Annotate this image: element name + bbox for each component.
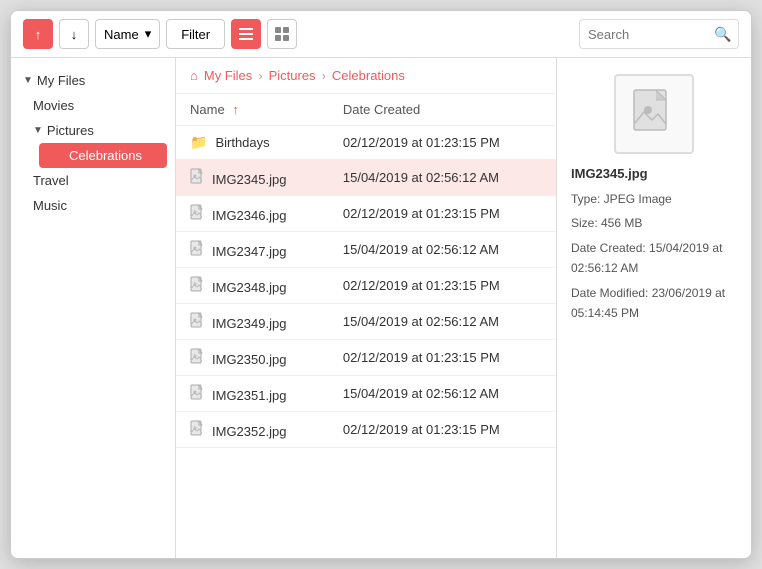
sidebar-item-label: Celebrations xyxy=(69,148,142,163)
file-name-cell: IMG2348.jpg xyxy=(176,268,329,304)
detail-thumbnail xyxy=(571,74,737,154)
pictures-arrow-icon: ▼ xyxy=(33,125,43,136)
sort-up-button[interactable]: ↑ xyxy=(23,19,53,49)
table-row[interactable]: IMG2345.jpg15/04/2019 at 02:56:12 AM xyxy=(176,160,556,196)
table-row[interactable]: IMG2350.jpg02/12/2019 at 01:23:15 PM xyxy=(176,340,556,376)
file-date-cell: 02/12/2019 at 01:23:15 PM xyxy=(329,196,556,232)
detail-date-modified: Date Modified: 23/06/2019 at 05:14:45 PM xyxy=(571,283,737,324)
main-window: ↑ ↓ Name ▾ Filter 🔍 xyxy=(10,10,752,559)
sidebar-item-celebrations[interactable]: Celebrations xyxy=(39,143,167,168)
search-box: 🔍 xyxy=(579,19,739,49)
image-file-icon xyxy=(190,348,204,367)
name-sort-dropdown[interactable]: Name ▾ xyxy=(95,19,160,49)
search-icon: 🔍 xyxy=(714,26,731,43)
table-row[interactable]: IMG2346.jpg02/12/2019 at 01:23:15 PM xyxy=(176,196,556,232)
file-thumb-icon xyxy=(630,88,678,140)
file-area: ⌂ My Files › Pictures › Celebrations Nam… xyxy=(176,58,556,558)
myfiles-arrow-icon: ▼ xyxy=(23,75,33,86)
sidebar-item-label: Movies xyxy=(33,98,74,113)
sidebar-item-label: Music xyxy=(33,198,67,213)
sidebar-item-label: Pictures xyxy=(47,123,94,138)
breadcrumb-sep-2: › xyxy=(322,68,326,83)
file-date-cell: 15/04/2019 at 02:56:12 AM xyxy=(329,160,556,196)
thumbnail-placeholder xyxy=(614,74,694,154)
image-file-icon xyxy=(190,384,204,403)
detail-info: Type: JPEG Image Size: 456 MB Date Creat… xyxy=(571,189,737,327)
file-name-cell: IMG2345.jpg xyxy=(176,160,329,196)
image-file-icon xyxy=(190,420,204,439)
detail-size: Size: 456 MB xyxy=(571,213,737,233)
sidebar-item-label: Travel xyxy=(33,173,69,188)
file-table: Name ↑ Date Created 📁Birthdays02/12/2019… xyxy=(176,94,556,558)
filter-button[interactable]: Filter xyxy=(166,19,225,49)
image-file-icon xyxy=(190,204,204,223)
breadcrumb-sep-1: › xyxy=(258,68,262,83)
sidebar-item-movies[interactable]: Movies xyxy=(11,93,175,118)
toolbar: ↑ ↓ Name ▾ Filter 🔍 xyxy=(11,11,751,58)
file-date-cell: 15/04/2019 at 02:56:12 AM xyxy=(329,232,556,268)
name-sort-label: Name xyxy=(104,27,139,42)
file-name-cell: IMG2346.jpg xyxy=(176,196,329,232)
breadcrumb: ⌂ My Files › Pictures › Celebrations xyxy=(176,58,556,94)
file-name-cell: 📁Birthdays xyxy=(176,126,329,160)
home-icon: ⌂ xyxy=(190,68,198,83)
detail-date-created: Date Created: 15/04/2019 at 02:56:12 AM xyxy=(571,238,737,279)
list-view-button[interactable] xyxy=(231,19,261,49)
table-row[interactable]: 📁Birthdays02/12/2019 at 01:23:15 PM xyxy=(176,126,556,160)
image-file-icon xyxy=(190,240,204,259)
list-view-icon xyxy=(239,27,253,41)
grid-view-icon xyxy=(275,27,289,41)
image-file-icon xyxy=(190,168,204,187)
file-date-cell: 02/12/2019 at 01:23:15 PM xyxy=(329,126,556,160)
breadcrumb-myfiles[interactable]: My Files xyxy=(204,68,252,83)
image-file-icon xyxy=(190,312,204,331)
sidebar-item-label: My Files xyxy=(37,73,85,88)
file-name-cell: IMG2351.jpg xyxy=(176,376,329,412)
file-date-cell: 15/04/2019 at 02:56:12 AM xyxy=(329,376,556,412)
sidebar-item-music[interactable]: Music xyxy=(11,193,175,218)
col-date-header[interactable]: Date Created xyxy=(329,94,556,126)
table-row[interactable]: IMG2351.jpg15/04/2019 at 02:56:12 AM xyxy=(176,376,556,412)
sidebar: ▼ My Files Movies ▼ Pictures Celebration… xyxy=(11,58,176,558)
search-input[interactable] xyxy=(588,27,708,42)
file-name-cell: IMG2347.jpg xyxy=(176,232,329,268)
col-name-header[interactable]: Name ↑ xyxy=(176,94,329,126)
detail-type: Type: JPEG Image xyxy=(571,189,737,209)
breadcrumb-celebrations[interactable]: Celebrations xyxy=(332,68,405,83)
file-name-cell: IMG2350.jpg xyxy=(176,340,329,376)
file-name-cell: IMG2352.jpg xyxy=(176,412,329,448)
folder-icon: 📁 xyxy=(190,134,207,151)
file-date-cell: 02/12/2019 at 01:23:15 PM xyxy=(329,340,556,376)
sort-arrow-icon: ↑ xyxy=(232,102,239,117)
detail-panel: IMG2345.jpg Type: JPEG Image Size: 456 M… xyxy=(556,58,751,558)
table-row[interactable]: IMG2348.jpg02/12/2019 at 01:23:15 PM xyxy=(176,268,556,304)
sidebar-item-myfiles[interactable]: ▼ My Files xyxy=(11,68,175,93)
file-date-cell: 15/04/2019 at 02:56:12 AM xyxy=(329,304,556,340)
table-row[interactable]: IMG2347.jpg15/04/2019 at 02:56:12 AM xyxy=(176,232,556,268)
breadcrumb-pictures[interactable]: Pictures xyxy=(269,68,316,83)
file-date-cell: 02/12/2019 at 01:23:15 PM xyxy=(329,412,556,448)
sort-down-button[interactable]: ↓ xyxy=(59,19,89,49)
detail-filename: IMG2345.jpg xyxy=(571,166,648,181)
main-layout: ▼ My Files Movies ▼ Pictures Celebration… xyxy=(11,58,751,558)
dropdown-arrow-icon: ▾ xyxy=(145,26,152,42)
grid-view-button[interactable] xyxy=(267,19,297,49)
image-file-icon xyxy=(190,276,204,295)
table-row[interactable]: IMG2352.jpg02/12/2019 at 01:23:15 PM xyxy=(176,412,556,448)
sidebar-item-travel[interactable]: Travel xyxy=(11,168,175,193)
file-name-cell: IMG2349.jpg xyxy=(176,304,329,340)
file-date-cell: 02/12/2019 at 01:23:15 PM xyxy=(329,268,556,304)
sidebar-item-pictures[interactable]: ▼ Pictures xyxy=(11,118,175,143)
table-row[interactable]: IMG2349.jpg15/04/2019 at 02:56:12 AM xyxy=(176,304,556,340)
